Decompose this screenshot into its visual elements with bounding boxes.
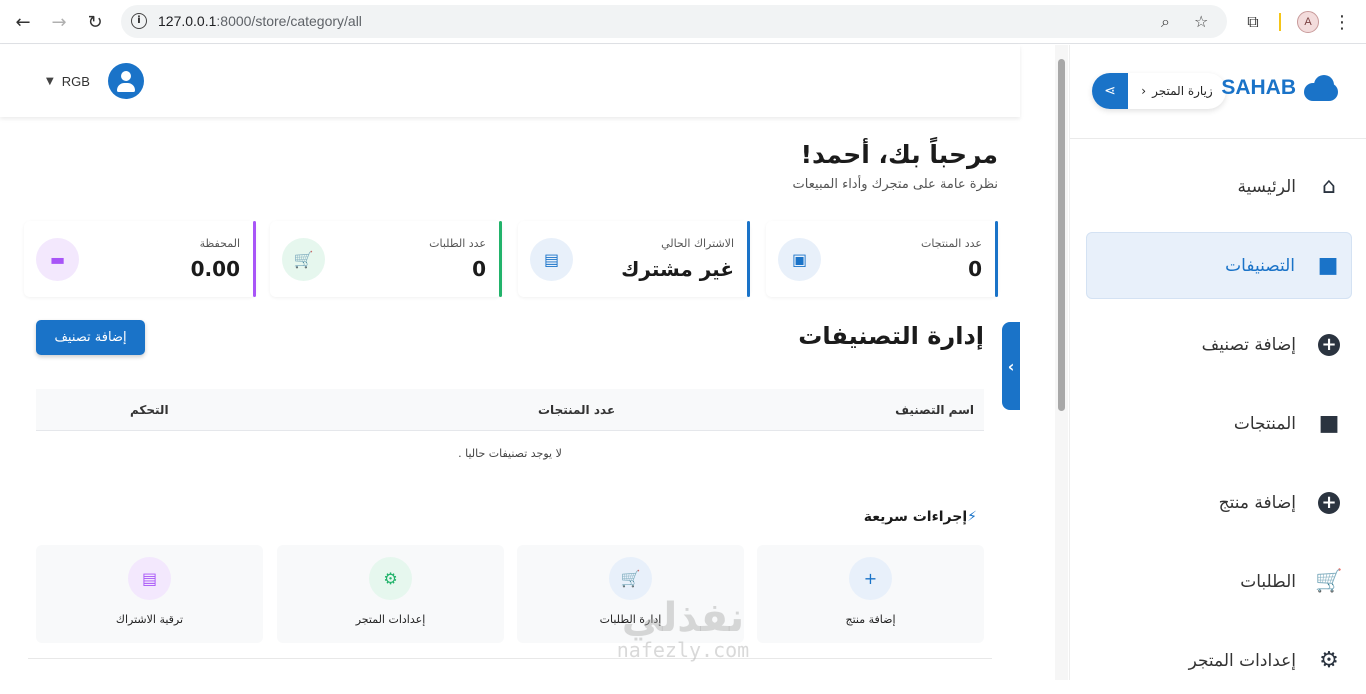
back-icon[interactable]: ← bbox=[11, 10, 35, 34]
quick-action-label: إعدادات المتجر bbox=[355, 613, 426, 626]
welcome-subtitle: نظرة عامة على متجرك وأداء المبيعات bbox=[792, 177, 998, 192]
welcome-section: مرحباً بك، أحمد! نظرة عامة على متجرك وأد… bbox=[793, 140, 998, 192]
user-avatar-icon bbox=[107, 63, 144, 99]
chevron-left-icon: ‹ bbox=[1141, 84, 1147, 98]
quick-action-label: إضافة منتج bbox=[845, 613, 896, 626]
username: RGB bbox=[61, 73, 90, 89]
table-header: اسم التصنيف عدد المنتجات التحكم bbox=[36, 389, 984, 431]
section-title: إدارة التصنيفات bbox=[798, 322, 984, 350]
id-card-icon: ▤ bbox=[128, 557, 171, 600]
sidebar-toggle-button[interactable]: ‹ bbox=[1002, 322, 1020, 410]
stat-value: 0 bbox=[968, 257, 982, 281]
quick-action-add-product[interactable]: + إضافة منتج bbox=[757, 545, 984, 643]
chevron-left-icon: ‹ bbox=[1007, 356, 1015, 376]
logo[interactable]: SAHAB bbox=[1221, 75, 1340, 101]
stat-value: 0.00 bbox=[190, 257, 240, 281]
quick-actions-title: ⚡إجراءات سريعة bbox=[863, 509, 977, 525]
sidebar-item-home[interactable]: الرئيسية ⌂ bbox=[1086, 153, 1352, 220]
watermark: نفذلي nafezly.com bbox=[616, 595, 750, 662]
quick-action-upgrade-subscription[interactable]: ▤ ترقية الاشتراك bbox=[36, 545, 263, 643]
sidebar-item-categories[interactable]: التصنيفات ■ bbox=[1086, 232, 1352, 299]
empty-message: لا يوجد تصنيفات حاليا . bbox=[458, 447, 562, 460]
forward-icon[interactable]: → bbox=[47, 10, 71, 34]
stat-card-products: عدد المنتجات 0 ▣ bbox=[766, 221, 998, 297]
share-icon: ⋖ bbox=[1092, 73, 1128, 109]
plus-icon: + bbox=[849, 557, 892, 600]
home-icon: ⌂ bbox=[1322, 174, 1336, 199]
scrollbar-thumb[interactable] bbox=[1058, 59, 1065, 411]
welcome-title: مرحباً بك، أحمد! bbox=[800, 140, 998, 169]
stat-value: 0 bbox=[472, 257, 486, 281]
id-card-icon: ▤ bbox=[530, 238, 573, 281]
cart-icon: 🛒 bbox=[1315, 569, 1343, 594]
site-info-icon[interactable]: i bbox=[131, 13, 147, 29]
cart-icon: 🛒 bbox=[282, 238, 325, 281]
stat-card-orders: عدد الطلبات 0 🛒 bbox=[270, 221, 502, 297]
address-bar[interactable]: i 127.0.0.1:8000/store/category/all ⌕ ☆ bbox=[121, 5, 1227, 38]
bolt-icon: ⚡ bbox=[967, 509, 977, 525]
topbar: ▼ RGB bbox=[0, 45, 1020, 117]
divider bbox=[28, 658, 992, 659]
user-menu[interactable]: ▼ RGB bbox=[46, 63, 144, 99]
stat-card-wallet: المحفظة 0.00 ▬ bbox=[24, 221, 256, 297]
sidebar: ⋖ زيارة المتجر ‹ SAHAB الرئيسية ⌂ التصنيف… bbox=[1069, 45, 1366, 680]
bag-icon: ■ bbox=[1318, 411, 1340, 436]
reload-icon[interactable]: ↻ bbox=[83, 10, 107, 34]
divider bbox=[1279, 13, 1281, 31]
stat-label: الاشتراك الحالي bbox=[661, 237, 734, 250]
scrollbar[interactable] bbox=[1055, 45, 1068, 680]
browser-toolbar: ← → ↻ i 127.0.0.1:8000/store/category/al… bbox=[0, 0, 1366, 44]
column-header: عدد المنتجات bbox=[538, 403, 616, 417]
bookmark-star-icon[interactable]: ☆ bbox=[1194, 12, 1208, 31]
add-category-button[interactable]: إضافة تصنيف bbox=[36, 320, 145, 355]
stat-label: عدد الطلبات bbox=[429, 237, 486, 250]
cart-icon: 🛒 bbox=[609, 557, 652, 600]
categories-table: اسم التصنيف عدد المنتجات التحكم لا يوجد … bbox=[36, 389, 984, 477]
sidebar-item-store-settings[interactable]: إعدادات المتجر ⚙ bbox=[1086, 627, 1352, 694]
gear-icon: ⚙ bbox=[1319, 648, 1339, 673]
zoom-icon[interactable]: ⌕ bbox=[1161, 12, 1170, 32]
gear-icon: ⚙ bbox=[369, 557, 412, 600]
stat-card-subscription: الاشتراك الحالي غير مشترك ▤ bbox=[518, 221, 750, 297]
plus-circle-icon: + bbox=[1316, 490, 1342, 516]
column-header: اسم التصنيف bbox=[895, 403, 974, 417]
quick-action-store-settings[interactable]: ⚙ إعدادات المتجر bbox=[277, 545, 504, 643]
visit-store-button[interactable]: ⋖ زيارة المتجر ‹ bbox=[1092, 73, 1226, 109]
chevron-down-icon: ▼ bbox=[46, 75, 54, 87]
wallet-icon: ▬ bbox=[36, 238, 79, 281]
plus-circle-icon: + bbox=[1316, 332, 1342, 358]
profile-avatar[interactable]: A bbox=[1297, 11, 1319, 33]
stat-label: عدد المنتجات bbox=[921, 237, 982, 250]
sidebar-item-add-product[interactable]: إضافة منتج + bbox=[1086, 469, 1352, 536]
bag-icon: ■ bbox=[1317, 253, 1339, 278]
sidebar-header: ⋖ زيارة المتجر ‹ SAHAB bbox=[1070, 45, 1366, 139]
url-text[interactable]: 127.0.0.1:8000/store/category/all bbox=[158, 13, 362, 29]
brand-name: SAHAB bbox=[1221, 76, 1296, 99]
sidebar-item-add-category[interactable]: إضافة تصنيف + bbox=[1086, 311, 1352, 378]
sidebar-item-orders[interactable]: الطلبات 🛒 bbox=[1086, 548, 1352, 615]
sidebar-item-products[interactable]: المنتجات ■ bbox=[1086, 390, 1352, 457]
stat-value: غير مشترك bbox=[621, 257, 734, 281]
stat-label: المحفظة bbox=[199, 237, 240, 250]
cloud-icon bbox=[1300, 75, 1340, 101]
menu-icon[interactable]: ⋮ bbox=[1330, 10, 1354, 34]
sidebar-menu: الرئيسية ⌂ التصنيفات ■ إضافة تصنيف + الم… bbox=[1070, 139, 1366, 694]
column-header: التحكم bbox=[130, 403, 169, 417]
extensions-icon[interactable]: ⧉ bbox=[1241, 10, 1265, 34]
box-icon: ▣ bbox=[778, 238, 821, 281]
quick-action-label: ترقية الاشتراك bbox=[115, 613, 184, 626]
